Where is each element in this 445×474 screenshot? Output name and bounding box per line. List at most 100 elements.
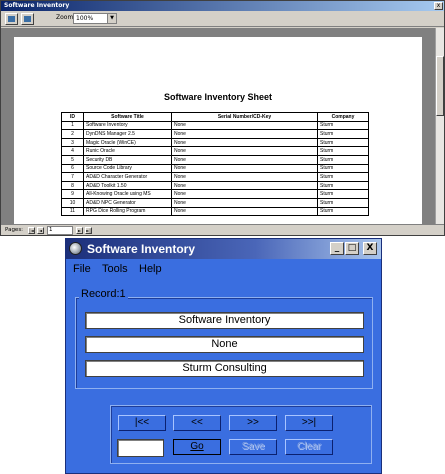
print-button[interactable] bbox=[5, 13, 18, 25]
table-row: 11 RPG Dice Rolling Program None Sturm bbox=[61, 206, 369, 217]
table-cell: Sturm bbox=[317, 172, 369, 182]
zoom-select[interactable]: 100% ▼ bbox=[73, 13, 117, 24]
table-cell: None bbox=[171, 154, 318, 165]
table-cell: AD&D Toolkit 1.50 bbox=[83, 180, 172, 191]
record-number-input[interactable] bbox=[117, 439, 164, 457]
table-cell: None bbox=[171, 180, 318, 191]
table-cell: Sturm bbox=[317, 154, 369, 165]
page-number-input[interactable]: 1 bbox=[47, 226, 73, 235]
table-row: 2 DynDNS Manager 2.5 None Sturm bbox=[61, 129, 369, 139]
export-button[interactable] bbox=[21, 13, 34, 25]
table-cell: 7 bbox=[61, 172, 84, 182]
last-record-button[interactable]: >>| bbox=[285, 415, 333, 431]
company-field[interactable]: Sturm Consulting bbox=[85, 360, 364, 377]
desktop: Software Inventory x Zoom 100% ▼ Softwar… bbox=[0, 0, 445, 474]
next-record-button[interactable]: >> bbox=[229, 415, 277, 431]
prev-record-button[interactable]: << bbox=[173, 415, 221, 431]
table-cell: None bbox=[171, 163, 318, 174]
first-record-button[interactable]: |<< bbox=[118, 415, 166, 431]
table-cell: Sturm bbox=[317, 180, 369, 191]
table-cell: All-Knowing Oracle using MS bbox=[83, 189, 172, 199]
table-row: 4 Runic Oracle None Sturm bbox=[61, 146, 369, 156]
go-label: Go bbox=[190, 441, 204, 452]
table-cell: None bbox=[171, 137, 318, 148]
table-cell: None bbox=[171, 120, 318, 131]
pages-label: Pages: bbox=[5, 227, 24, 233]
table-row: 7 AD&D Character Generator None Sturm bbox=[61, 172, 369, 182]
table-cell: Sturm bbox=[317, 163, 369, 174]
table-cell: Sturm bbox=[317, 206, 369, 217]
column-header: Company bbox=[317, 112, 369, 122]
menu-tools[interactable]: Tools bbox=[102, 263, 128, 275]
table-row: 10 AD&D NPC Generator None Sturm bbox=[61, 197, 369, 208]
table-cell: Security DB bbox=[83, 154, 172, 165]
table-cell: 9 bbox=[61, 189, 84, 199]
table-cell: 3 bbox=[61, 137, 84, 148]
table-cell: Software Inventory bbox=[83, 120, 172, 131]
table-cell: None bbox=[171, 172, 318, 182]
column-header: Serial Number/CD-Key bbox=[171, 112, 318, 122]
table-cell: RPG Dice Rolling Program bbox=[83, 206, 172, 217]
table-cell: 6 bbox=[61, 163, 84, 174]
clear-button[interactable]: Clear bbox=[285, 439, 333, 455]
table-row: 8 AD&D Toolkit 1.50 None Sturm bbox=[61, 180, 369, 191]
table-cell: None bbox=[171, 146, 318, 156]
zoom-value: 100% bbox=[76, 15, 94, 22]
serial-field[interactable]: None bbox=[85, 336, 364, 353]
report-page: Software Inventory Sheet ID Software Tit… bbox=[14, 37, 422, 224]
table-row: 6 Source Code Library None Sturm bbox=[61, 163, 369, 174]
save-button[interactable]: Save bbox=[229, 439, 277, 455]
zoom-label: Zoom bbox=[56, 14, 74, 21]
menu-bar: File Tools Help bbox=[66, 259, 381, 279]
prev-page-button[interactable]: ◄ bbox=[37, 227, 44, 234]
record-label: Record:1 bbox=[79, 288, 128, 300]
table-cell: 4 bbox=[61, 146, 84, 156]
table-row: 3 Magic Oracle (WinCE) None Sturm bbox=[61, 137, 369, 148]
printer-icon bbox=[8, 16, 15, 22]
table-row: 1 Software Inventory None Sturm bbox=[61, 120, 369, 131]
report-table: ID Software Title Serial Number/CD-Key C… bbox=[61, 112, 369, 217]
chevron-down-icon[interactable]: ▼ bbox=[107, 14, 116, 23]
table-cell: 5 bbox=[61, 154, 84, 165]
next-page-button[interactable]: ► bbox=[76, 227, 83, 234]
column-header: ID bbox=[61, 112, 84, 122]
table-cell: DynDNS Manager 2.5 bbox=[83, 129, 172, 139]
minimize-button[interactable]: _ bbox=[330, 242, 344, 255]
table-cell: AD&D Character Generator bbox=[83, 172, 172, 182]
table-cell: Sturm bbox=[317, 120, 369, 131]
report-window-title: Software Inventory bbox=[4, 2, 70, 9]
report-header-row: ID Software Title Serial Number/CD-Key C… bbox=[61, 112, 369, 122]
software-inventory-window: Software Inventory _ □ X File Tools Help… bbox=[65, 238, 382, 474]
table-cell: 2 bbox=[61, 129, 84, 139]
report-statusbar: Pages: |◄ ◄ 1 ► ►| bbox=[1, 224, 444, 235]
table-row: 9 All-Knowing Oracle using MS None Sturm bbox=[61, 189, 369, 199]
maximize-button[interactable]: □ bbox=[345, 242, 359, 255]
window-title: Software Inventory bbox=[87, 242, 196, 256]
last-page-button[interactable]: ►| bbox=[85, 227, 92, 234]
scrollbar-thumb[interactable] bbox=[436, 56, 444, 116]
table-cell: Sturm bbox=[317, 129, 369, 139]
table-cell: AD&D NPC Generator bbox=[83, 197, 172, 208]
report-window-titlebar[interactable]: Software Inventory bbox=[1, 1, 444, 11]
table-cell: 10 bbox=[61, 197, 84, 208]
column-header: Software Title bbox=[83, 112, 172, 122]
export-icon bbox=[24, 16, 31, 22]
report-vertical-scrollbar[interactable] bbox=[435, 28, 444, 224]
table-cell: Sturm bbox=[317, 189, 369, 199]
report-preview-area[interactable]: Software Inventory Sheet ID Software Tit… bbox=[1, 28, 435, 224]
table-row: 5 Security DB None Sturm bbox=[61, 154, 369, 165]
software-title-field[interactable]: Software Inventory bbox=[85, 312, 364, 329]
table-cell: Runic Oracle bbox=[83, 146, 172, 156]
menu-file[interactable]: File bbox=[73, 263, 91, 275]
report-toolbar: Zoom 100% ▼ bbox=[1, 11, 444, 27]
report-title: Software Inventory Sheet bbox=[163, 92, 273, 102]
report-close-button[interactable]: x bbox=[434, 2, 443, 10]
table-cell: None bbox=[171, 197, 318, 208]
close-button[interactable]: X bbox=[363, 242, 377, 255]
table-cell: Sturm bbox=[317, 146, 369, 156]
menu-help[interactable]: Help bbox=[139, 263, 162, 275]
report-preview-window: Software Inventory x Zoom 100% ▼ Softwar… bbox=[0, 0, 445, 236]
first-page-button[interactable]: |◄ bbox=[28, 227, 35, 234]
table-cell: None bbox=[171, 206, 318, 217]
go-button[interactable]: Go bbox=[173, 439, 221, 455]
